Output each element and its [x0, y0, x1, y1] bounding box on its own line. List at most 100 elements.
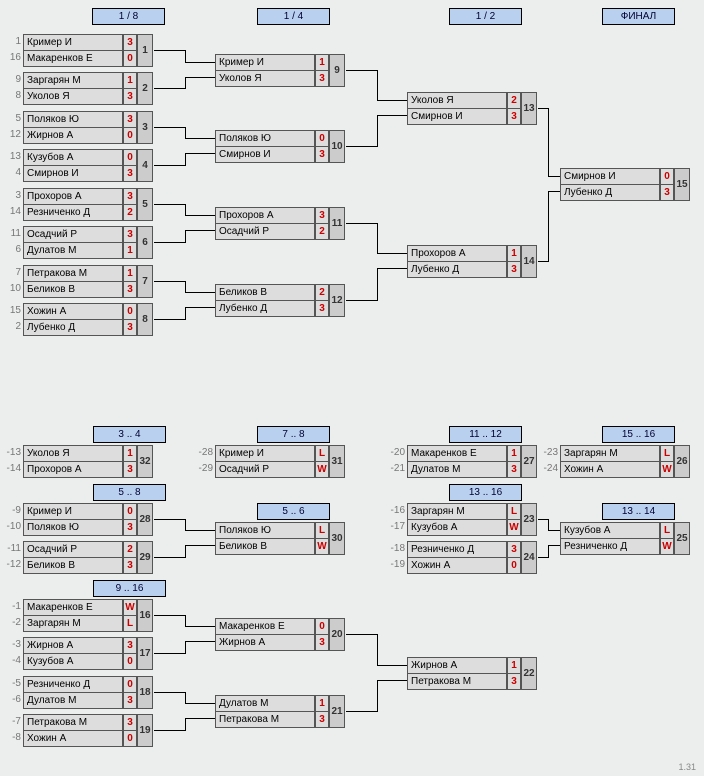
score: 0 [315, 130, 329, 147]
bracket-line [548, 530, 560, 531]
score: 3 [123, 519, 137, 536]
player-name: Кример И [23, 34, 123, 51]
score: 1 [507, 445, 521, 462]
seed-number: 1 [5, 34, 21, 50]
match-number: 2 [137, 72, 153, 105]
score: 1 [507, 657, 521, 674]
score: 3 [660, 184, 674, 201]
score: 0 [660, 168, 674, 185]
bracket-line [154, 557, 185, 558]
round-header: 1 / 4 [257, 8, 330, 25]
bracket-line [377, 253, 407, 254]
bracket-line [548, 191, 549, 262]
player-name: Прохоров А [407, 245, 507, 262]
bracket-line [377, 665, 407, 666]
round-header: 11 .. 12 [449, 426, 522, 443]
player-name: Осадчий Р [23, 226, 123, 243]
seed-number: -14 [5, 461, 21, 477]
player-name: Резниченко Д [23, 204, 123, 221]
round-header: 13 .. 14 [602, 503, 675, 520]
score: L [660, 445, 674, 462]
score: 0 [123, 50, 137, 67]
seed-number: 16 [5, 50, 21, 66]
player-name: Беликов В [23, 281, 123, 298]
score: 3 [507, 461, 521, 478]
bracket-line [185, 545, 186, 558]
match-number: 22 [521, 657, 537, 690]
player-name: Заргарян М [407, 503, 507, 520]
bracket-line [538, 557, 548, 558]
bracket-line [538, 261, 548, 262]
bracket-line [548, 545, 560, 546]
bracket-line [377, 115, 378, 147]
bracket-line [185, 292, 215, 293]
seed-number: -1 [5, 599, 21, 615]
score: 0 [123, 503, 137, 520]
seed-number: -2 [5, 615, 21, 631]
bracket-line [538, 108, 548, 109]
match-number: 11 [329, 207, 345, 240]
player-name: Смирнов И [23, 165, 123, 182]
bracket-line [154, 692, 185, 693]
player-name: Прохоров А [215, 207, 315, 224]
player-name: Дулатов М [407, 461, 507, 478]
bracket-line [185, 215, 215, 216]
score: W [507, 519, 521, 536]
seed-number: -19 [389, 557, 405, 573]
match-number: 1 [137, 34, 153, 67]
score: 1 [315, 695, 329, 712]
player-name: Кример И [23, 503, 123, 520]
bracket-line [346, 146, 377, 147]
player-name: Дулатов М [23, 242, 123, 259]
player-name: Беликов В [215, 538, 315, 555]
score: L [507, 503, 521, 520]
seed-number: 6 [5, 242, 21, 258]
score: 3 [123, 281, 137, 298]
bracket-line [377, 680, 407, 681]
player-name: Макаренков Е [23, 50, 123, 67]
seed-number: 11 [5, 226, 21, 242]
seed-number: 8 [5, 88, 21, 104]
match-number: 17 [137, 637, 153, 670]
round-header: 9 .. 16 [93, 580, 166, 597]
player-name: Осадчий Р [215, 461, 315, 478]
score: L [315, 522, 329, 539]
bracket-line [548, 176, 560, 177]
match-number: 4 [137, 149, 153, 182]
player-name: Лубенко Д [23, 319, 123, 336]
player-name: Прохоров А [23, 461, 123, 478]
seed-number: 7 [5, 265, 21, 281]
match-number: 15 [674, 168, 690, 201]
match-number: 21 [329, 695, 345, 728]
version-label: 1.31 [678, 762, 696, 772]
round-header: ФИНАЛ [602, 8, 675, 25]
score: L [123, 615, 137, 632]
player-name: Кример И [215, 445, 315, 462]
bracket-line [377, 115, 407, 116]
player-name: Жирнов А [407, 657, 507, 674]
bracket-line [346, 634, 377, 635]
player-name: Макаренков Е [23, 599, 123, 616]
player-name: Жирнов А [23, 637, 123, 654]
bracket-line [548, 191, 560, 192]
bracket-line [154, 242, 185, 243]
match-number: 28 [137, 503, 153, 536]
bracket-line [185, 153, 215, 154]
bracket-line [377, 268, 407, 269]
score: 3 [315, 207, 329, 224]
match-number: 26 [674, 445, 690, 478]
round-header: 5 .. 8 [93, 484, 166, 501]
match-number: 14 [521, 245, 537, 278]
player-name: Смирнов И [407, 108, 507, 125]
seed-number: 10 [5, 281, 21, 297]
player-name: Петракова М [23, 265, 123, 282]
round-header: 3 .. 4 [93, 426, 166, 443]
bracket-line [154, 50, 185, 51]
match-number: 3 [137, 111, 153, 144]
score: 0 [315, 618, 329, 635]
match-number: 29 [137, 541, 153, 574]
round-header: 15 .. 16 [602, 426, 675, 443]
player-name: Беликов В [23, 557, 123, 574]
match-number: 23 [521, 503, 537, 536]
player-name: Жирнов А [23, 127, 123, 144]
